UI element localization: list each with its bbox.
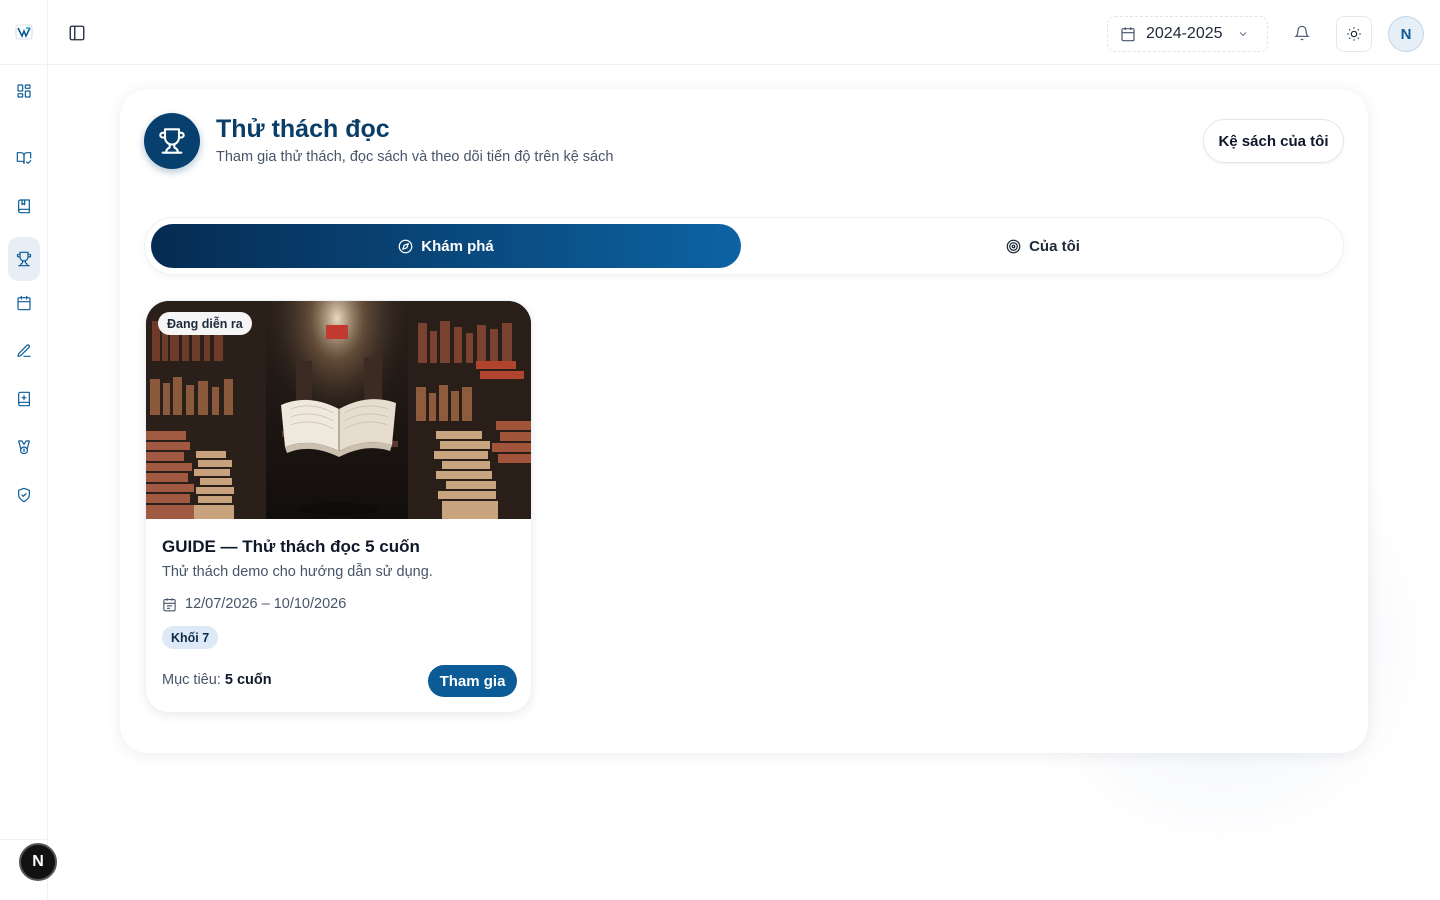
sidebar-toggle-button[interactable] [68, 24, 86, 42]
challenge-tabs: Khám phá Của tôi [144, 217, 1344, 275]
dashboard-icon [17, 84, 31, 98]
challenge-date-range: 12/07/2026 – 10/10/2026 [185, 596, 347, 612]
tab-label: Của tôi [1029, 237, 1080, 255]
school-year-select[interactable]: 2024-2025 [1107, 16, 1268, 52]
grade-badge: Khối 7 [162, 626, 219, 649]
sidebar: N [0, 0, 57, 900]
panel-left-icon [69, 25, 85, 41]
sidebar-item-calendar[interactable] [8, 287, 40, 319]
topbar: 2024-2025 N [48, 0, 1440, 65]
challenge-title: GUIDE — Thử thách đọc 5 cuốn [162, 537, 420, 556]
trophy-icon [16, 251, 32, 267]
user-avatar[interactable]: N [1388, 16, 1424, 52]
sidebar-item-awards[interactable] [8, 431, 40, 463]
challenges-panel: Thử thách đọc Tham gia thử thách, đọc sá… [120, 89, 1368, 753]
join-button[interactable]: Tham gia [428, 665, 517, 697]
sun-icon [1347, 27, 1361, 41]
sidebar-item-dashboard[interactable] [8, 75, 40, 107]
bell-icon [1294, 25, 1310, 41]
sidebar-item-reading[interactable] [8, 142, 40, 174]
goal-label: Mục tiêu: [162, 672, 221, 688]
pen-icon [17, 344, 31, 357]
sidebar-item-library[interactable] [8, 190, 40, 222]
school-year-value: 2024-2025 [1146, 25, 1223, 42]
tab-label: Khám phá [421, 237, 494, 255]
my-bookshelf-button[interactable]: Kệ sách của tôi [1203, 119, 1344, 163]
calendar-icon [1121, 27, 1135, 42]
chevron-down-icon [1239, 32, 1246, 37]
tab-mine[interactable]: Của tôi [747, 224, 1339, 268]
challenge-dates: 12/07/2026 – 10/10/2026 [162, 596, 346, 612]
book-plus-icon [18, 391, 30, 407]
sidebar-item-admin[interactable] [8, 479, 40, 511]
challenge-cover-image: Đang diễn ra [146, 301, 531, 519]
tab-explore[interactable]: Khám phá [151, 224, 741, 268]
page-subtitle: Tham gia thử thách, đọc sách và theo dõi… [216, 149, 614, 165]
sidebar-item-challenges[interactable] [8, 237, 40, 281]
shield-check-icon [18, 487, 30, 503]
challenge-description: Thử thách demo cho hướng dẫn sử dụng. [162, 564, 433, 580]
goal-value: 5 cuốn [224, 672, 272, 688]
challenge-card[interactable]: Đang diễn ra GUIDE — Thử thách đọc 5 cuố… [145, 300, 532, 713]
compass-icon [398, 239, 413, 253]
sidebar-item-add-book[interactable] [8, 383, 40, 415]
notifications-button[interactable] [1294, 25, 1310, 41]
app-logo[interactable] [14, 22, 34, 42]
sidebar-divider [0, 839, 48, 840]
medal-icon [18, 440, 30, 455]
sidebar-item-writing[interactable] [8, 335, 40, 367]
theme-toggle-button[interactable] [1336, 16, 1372, 52]
calendar-icon [163, 597, 176, 611]
sidebar-divider [0, 64, 48, 65]
book-icon [18, 199, 30, 214]
dev-tools-badge[interactable]: N [19, 843, 57, 881]
page-title: Thử thách đọc [216, 115, 390, 143]
calendar-icon [17, 295, 31, 311]
open-book-check-icon [16, 152, 32, 164]
target-icon [1006, 239, 1021, 253]
challenge-goal: Mục tiêu: 5 cuốn [162, 672, 272, 688]
trophy-icon [144, 113, 200, 169]
status-badge: Đang diễn ra [158, 312, 252, 335]
